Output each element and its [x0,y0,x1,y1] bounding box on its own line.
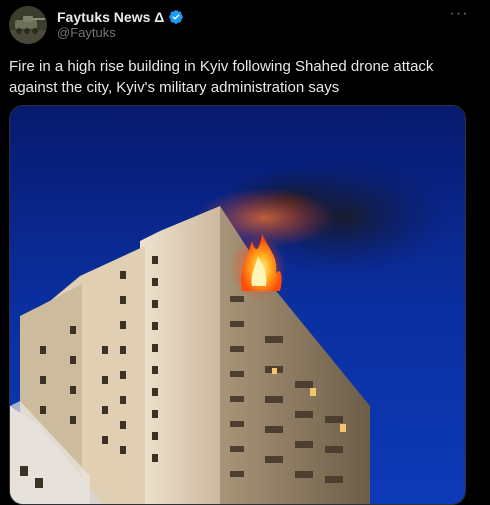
news-avatar-icon [9,6,47,44]
verified-badge-icon [168,9,184,25]
more-options-icon[interactable]: ··· [446,4,472,26]
author-avatar[interactable] [9,6,47,44]
tweet: Faytuks News Δ @Faytuks ··· Fire in a hi… [0,0,490,505]
tweet-photo[interactable] [9,105,466,505]
author-handle[interactable]: @Faytuks [57,25,116,40]
tweet-text: Fire in a high rise building in Kyiv fol… [9,58,434,96]
burning-building-photo [10,106,465,504]
author-name-row: Faytuks News Δ [57,8,184,26]
author-display-name[interactable]: Faytuks News Δ [57,9,164,25]
